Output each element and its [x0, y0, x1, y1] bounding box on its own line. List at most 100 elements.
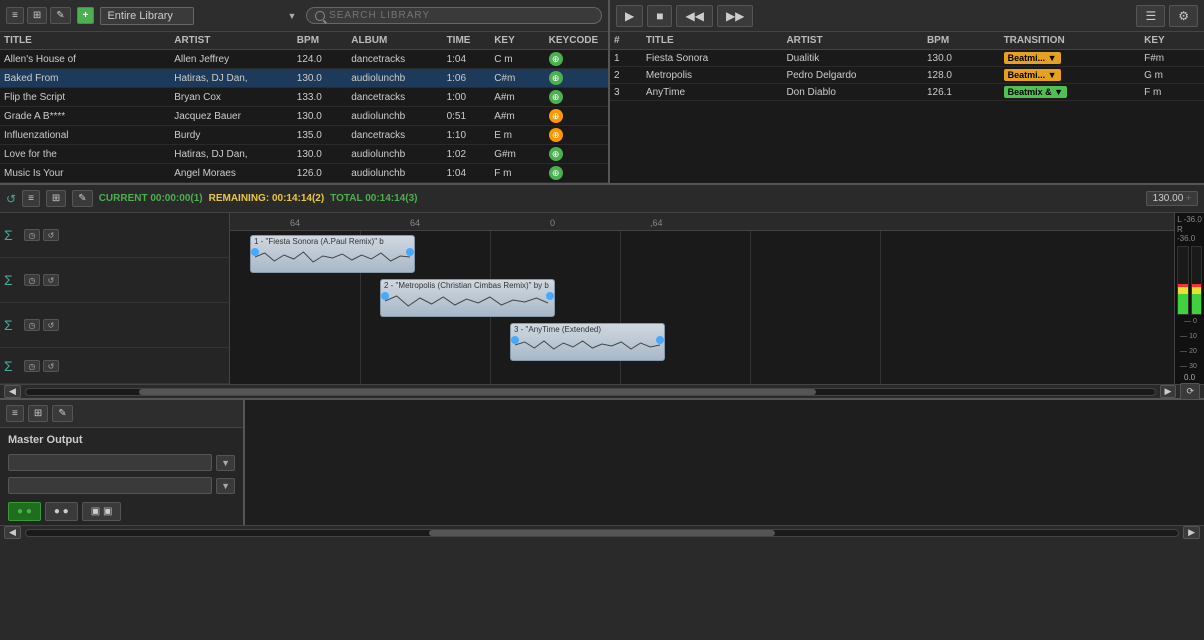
- track-row-1: Σ ◷ ↺: [0, 213, 229, 258]
- right-empty-area: [245, 400, 1204, 525]
- keycode-icon: ⊕: [549, 128, 563, 142]
- clip-3-end[interactable]: [656, 336, 664, 344]
- library-row[interactable]: Music Is Your Angel Moraes 126.0 audiolu…: [0, 164, 608, 183]
- library-row[interactable]: Grade A B**** Jacquez Bauer 130.0 audiol…: [0, 107, 608, 126]
- master-grid-btn[interactable]: ⊞: [28, 405, 48, 422]
- library-source-dropdown[interactable]: Entire Library: [100, 7, 194, 25]
- library-row[interactable]: Influenzational Burdy 135.0 dancetracks …: [0, 126, 608, 145]
- grid-view-btn[interactable]: ⊞: [27, 7, 47, 24]
- clip-1-label: 1 - "Fiesta Sonora (A.Paul Remix)" b: [251, 236, 414, 247]
- clip-1[interactable]: 1 - "Fiesta Sonora (A.Paul Remix)" b: [250, 235, 415, 273]
- playlist-row[interactable]: 2 Metropolis Pedro Delgardo 128.0 Beatmi…: [610, 67, 1204, 84]
- pl-col-bpm: BPM: [923, 32, 1000, 50]
- vu-left-channel: [1177, 246, 1189, 315]
- add-track-btn[interactable]: +: [77, 7, 95, 24]
- edit-btn[interactable]: ✎: [50, 7, 70, 24]
- play-btn[interactable]: ▶: [616, 5, 643, 27]
- scroll-left-btn[interactable]: ◀: [4, 385, 21, 398]
- master-monitor-btn[interactable]: ● ●: [8, 502, 41, 521]
- list-view-btn[interactable]: ≡: [6, 7, 24, 24]
- master-headphone-btn[interactable]: ● ●: [45, 502, 78, 521]
- library-row[interactable]: Baked From Hatiras, DJ Dan, 130.0 audiol…: [0, 69, 608, 88]
- vu-scale: — 0 — 10 — 20 — 30: [1180, 318, 1199, 370]
- pl-col-title: TITLE: [642, 32, 783, 50]
- bottom-scroll-right-btn[interactable]: ▶: [1183, 526, 1200, 539]
- timeline-view-btn1[interactable]: ≡: [22, 190, 40, 207]
- clip-1-end[interactable]: [406, 248, 414, 256]
- menu-btn[interactable]: ☰: [1136, 5, 1165, 27]
- track-row-4: Σ ◷ ↺: [0, 348, 229, 384]
- keycode-icon: ⊕: [549, 109, 563, 123]
- scrollbar-thumb: [139, 389, 816, 395]
- timeline-body: Σ ◷ ↺ Σ ◷ ↺ Σ: [0, 213, 1204, 384]
- track-btn-a2[interactable]: ◷: [24, 274, 40, 286]
- bottom-scrollbar[interactable]: ◀ ▶: [0, 525, 1204, 539]
- master-dropdown-2[interactable]: [8, 477, 212, 494]
- master-output-title: Master Output: [0, 428, 243, 450]
- master-dropdown-1[interactable]: [8, 454, 212, 471]
- ruler-mark-2: 64: [410, 218, 420, 228]
- master-dropdown-row-2: ▼: [8, 477, 235, 494]
- timeline-loop-icon: ↺: [6, 192, 16, 206]
- beatmix-btn[interactable]: Beatmi... ▼: [1004, 69, 1061, 81]
- next-btn[interactable]: ▶▶: [717, 5, 753, 27]
- clip-3-start[interactable]: [511, 336, 519, 344]
- master-edit-btn[interactable]: ✎: [52, 405, 72, 422]
- beatmix-btn[interactable]: Beatmi... ▼: [1004, 52, 1061, 64]
- timeline-ruler-and-tracks: 64 64 0 ,64 1 - "Fiesta Sonora (A.Paul R…: [230, 213, 1174, 384]
- library-row[interactable]: Love for the Hatiras, DJ Dan, 130.0 audi…: [0, 145, 608, 164]
- stop-btn[interactable]: ■: [647, 5, 672, 27]
- library-row[interactable]: Flip the Script Bryan Cox 133.0 dancetra…: [0, 88, 608, 107]
- track-controls-4: ◷ ↺: [24, 360, 225, 372]
- keycode-icon: ⊕: [549, 52, 563, 66]
- bottom-section: ≡ ⊞ ✎ Master Output ▼ ▼: [0, 400, 1204, 539]
- playlist-table: #TITLEARTISTBPMTRANSITIONKEY 1 Fiesta So…: [610, 32, 1204, 183]
- scroll-right-btn[interactable]: ▶: [1160, 385, 1177, 398]
- timeline-tracks-left: Σ ◷ ↺ Σ ◷ ↺ Σ: [0, 213, 230, 384]
- master-dropdown-arrow-1[interactable]: ▼: [216, 455, 235, 471]
- track-btn-a3[interactable]: ◷: [24, 319, 40, 331]
- clip-3[interactable]: 3 - "AnyTime (Extended): [510, 323, 665, 361]
- prev-btn[interactable]: ◀◀: [676, 5, 712, 27]
- pl-col-artist: ARTIST: [782, 32, 923, 50]
- master-record-btn[interactable]: ▣ ▣: [82, 502, 122, 521]
- library-table-body: Allen's House of Allen Jeffrey 124.0 dan…: [0, 50, 608, 183]
- search-box: [306, 7, 602, 24]
- timeline-edit-btn[interactable]: ✎: [72, 190, 92, 207]
- grid-line-5: [880, 231, 881, 384]
- vu-green-l: [1178, 294, 1188, 314]
- library-row[interactable]: Allen's House of Allen Jeffrey 124.0 dan…: [0, 50, 608, 69]
- clip-2-start[interactable]: [381, 292, 389, 300]
- clips-area: 1 - "Fiesta Sonora (A.Paul Remix)" b 2 -…: [230, 231, 1174, 384]
- timeline-sync-btn[interactable]: ⟳: [1180, 383, 1200, 400]
- track-btn-b2[interactable]: ↺: [43, 274, 59, 286]
- clip-2[interactable]: 2 - "Metropolis (Christian Cimbas Remix)…: [380, 279, 555, 317]
- vu-scale-20: — 20: [1180, 348, 1197, 355]
- track-btn-b3[interactable]: ↺: [43, 319, 59, 331]
- pl-col-key: KEY: [1140, 32, 1204, 50]
- track-btn-a1[interactable]: ◷: [24, 229, 40, 241]
- master-dropdown-row-1: ▼: [8, 454, 235, 471]
- track-btn-b4[interactable]: ↺: [43, 360, 59, 372]
- bottom-scroll-left-btn[interactable]: ◀: [4, 526, 21, 539]
- timeline-view-btn2[interactable]: ⊞: [46, 190, 66, 207]
- timeline-scrollbar[interactable]: ◀ ▶ ⟳: [0, 384, 1204, 398]
- bottom-scrollbar-track[interactable]: [25, 529, 1179, 537]
- master-dropdown-arrow-2[interactable]: ▼: [216, 478, 235, 494]
- keycode-icon: ⊕: [549, 71, 563, 85]
- settings-btn[interactable]: ⚙: [1169, 5, 1198, 27]
- playlist-table-header: #TITLEARTISTBPMTRANSITIONKEY: [610, 32, 1204, 50]
- clip-1-start[interactable]: [251, 248, 259, 256]
- track-btn-a4[interactable]: ◷: [24, 360, 40, 372]
- playlist-row[interactable]: 1 Fiesta Sonora Dualitik 130.0 Beatmi...…: [610, 50, 1204, 67]
- library-panel: ≡ ⊞ ✎ + Entire Library ▼ TITLEARTISTBPMA…: [0, 0, 610, 183]
- beatmix-btn[interactable]: Beatmix & ▼: [1004, 86, 1067, 98]
- clip-2-end[interactable]: [546, 292, 554, 300]
- playlist-row[interactable]: 3 AnyTime Don Diablo 126.1 Beatmix & ▼ F…: [610, 84, 1204, 101]
- clip-3-wave: [511, 335, 664, 355]
- scrollbar-track[interactable]: [25, 388, 1156, 396]
- master-list-btn[interactable]: ≡: [6, 405, 24, 422]
- current-time-display: CURRENT 00:00:00(1): [99, 193, 203, 204]
- track-btn-b1[interactable]: ↺: [43, 229, 59, 241]
- search-input[interactable]: [329, 10, 593, 21]
